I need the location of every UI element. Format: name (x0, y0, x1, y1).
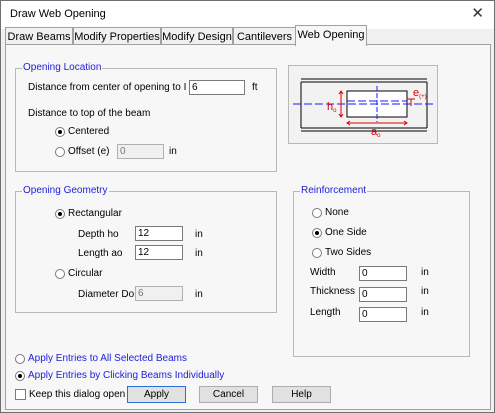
reinforcement-none-radio[interactable] (312, 208, 322, 218)
web-opening-sketch: ho ao e(+) (288, 65, 438, 144)
apply-all-label: Apply Entries to All Selected Beams (28, 353, 187, 364)
keep-open-label: Keep this dialog open (29, 389, 126, 400)
opening-location-title: Opening Location (22, 62, 103, 74)
top-distance-label: Distance to top of the beam (28, 108, 151, 119)
apply-individually-label: Apply Entries by Clicking Beams Individu… (28, 370, 225, 381)
opening-geometry-title: Opening Geometry (22, 185, 109, 197)
distance-label: Distance from center of opening to I end (28, 82, 206, 93)
tab-cantilevers[interactable]: Cantilevers (233, 27, 296, 45)
thickness-label: Thickness (310, 286, 356, 297)
diameter-label: Diameter Do (78, 289, 135, 300)
length-input[interactable]: 12 (135, 245, 183, 260)
centered-label: Centered (68, 126, 110, 137)
help-button[interactable]: Help (272, 386, 331, 403)
offset-label: Offset (e) (68, 146, 110, 157)
reinforcement-length-unit: in (421, 307, 429, 318)
web-opening-panel: Opening Location Distance from center of… (5, 44, 491, 410)
rectangular-radio[interactable] (55, 209, 65, 219)
tab-web-opening[interactable]: Web Opening (295, 25, 367, 46)
reinforcement-two-sides-label: Two Sides (325, 247, 372, 258)
reinforcement-none-label: None (325, 207, 349, 218)
circular-radio[interactable] (55, 269, 65, 279)
length-unit: in (195, 248, 203, 259)
e-dim-label: e(+) (413, 87, 427, 100)
thickness-unit: in (421, 286, 429, 297)
width-input[interactable]: 0 (359, 266, 407, 281)
reinforcement-two-sides-radio[interactable] (312, 248, 322, 258)
diameter-unit: in (195, 289, 203, 300)
apply-all-radio[interactable] (15, 354, 25, 364)
reinforcement-title: Reinforcement (300, 185, 368, 197)
h-dim-label: ho (327, 101, 337, 114)
depth-input[interactable]: 12 (135, 226, 183, 241)
draw-web-opening-dialog: Draw Web Opening ✕ Draw Beams Modify Pro… (0, 0, 495, 413)
apply-individually-radio[interactable] (15, 371, 25, 381)
distance-input[interactable]: 6 (189, 80, 245, 95)
close-icon[interactable]: ✕ (471, 6, 484, 22)
offset-unit: in (169, 146, 177, 157)
diameter-input[interactable]: 6 (135, 286, 183, 301)
tab-draw-beams[interactable]: Draw Beams (5, 27, 73, 45)
width-label: Width (310, 267, 336, 278)
depth-unit: in (195, 229, 203, 240)
reinforcement-one-side-radio[interactable] (312, 228, 322, 238)
window-title: Draw Web Opening (10, 8, 106, 20)
apply-button[interactable]: Apply (127, 386, 186, 403)
offset-radio[interactable] (55, 147, 65, 157)
circular-label: Circular (68, 268, 103, 279)
length-label: Length ao (78, 248, 123, 259)
thickness-input[interactable]: 0 (359, 287, 407, 302)
tab-modify-design[interactable]: Modify Design (161, 27, 233, 45)
centered-radio[interactable] (55, 127, 65, 137)
reinforcement-one-side-label: One Side (325, 227, 367, 238)
reinforcement-length-label: Length (310, 307, 341, 318)
rectangular-label: Rectangular (68, 208, 122, 219)
offset-input[interactable]: 0 (117, 144, 164, 159)
cancel-button[interactable]: Cancel (199, 386, 258, 403)
distance-unit: ft (252, 82, 258, 93)
beam-opening-diagram: ho ao e(+) (293, 78, 433, 139)
depth-label: Depth ho (78, 229, 119, 240)
keep-open-checkbox[interactable] (15, 389, 26, 400)
title-bar: Draw Web Opening ✕ (1, 1, 494, 29)
tab-modify-properties[interactable]: Modify Properties (73, 27, 161, 45)
reinforcement-length-input[interactable]: 0 (359, 307, 407, 322)
width-unit: in (421, 267, 429, 278)
